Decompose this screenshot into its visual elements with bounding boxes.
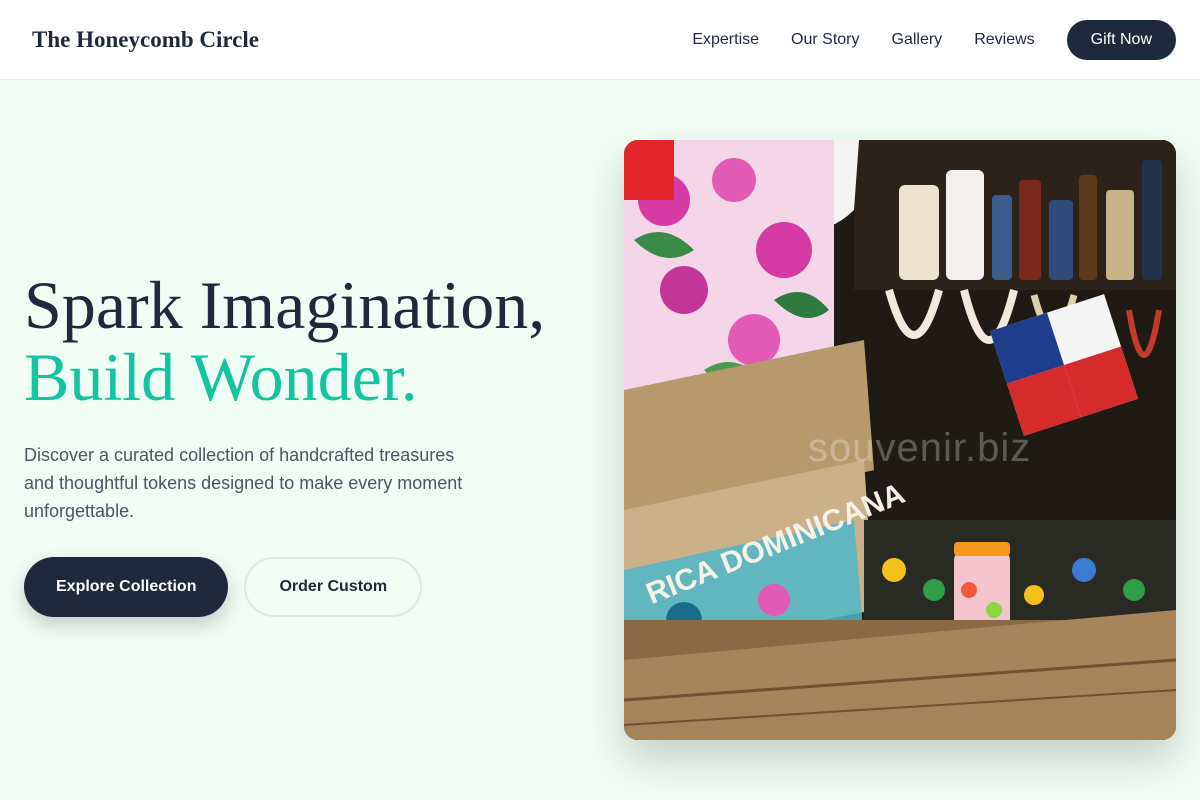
hero-cta-row: Explore Collection Order Custom	[24, 557, 604, 617]
nav-links: Expertise Our Story Gallery Reviews Gift…	[692, 19, 1176, 60]
order-custom-button[interactable]: Order Custom	[244, 557, 423, 617]
top-navbar: The Honeycomb Circle Expertise Our Story…	[0, 0, 1200, 80]
headline-line-2: Build Wonder.	[24, 339, 418, 415]
explore-collection-button[interactable]: Explore Collection	[24, 557, 229, 617]
brand-logo-text[interactable]: The Honeycomb Circle	[32, 27, 259, 53]
nav-link-reviews[interactable]: Reviews	[974, 31, 1034, 49]
hero-section: Spark Imagination, Build Wonder. Discove…	[0, 81, 1200, 800]
hero-headline: Spark Imagination, Build Wonder.	[24, 269, 604, 413]
image-watermark: souvenir.biz	[808, 426, 1032, 470]
headline-line-1: Spark Imagination,	[24, 267, 546, 343]
gift-now-button[interactable]: Gift Now	[1066, 19, 1176, 60]
hero-subtitle: Discover a curated collection of handcra…	[24, 445, 463, 521]
nav-link-gallery[interactable]: Gallery	[892, 31, 943, 49]
nav-link-our-story[interactable]: Our Story	[791, 31, 859, 49]
hero-image: RICA DOMINICANA souvenir.biz	[624, 140, 1176, 740]
hero-text-block: Spark Imagination, Build Wonder. Discove…	[24, 269, 604, 617]
nav-link-expertise[interactable]: Expertise	[692, 31, 759, 49]
